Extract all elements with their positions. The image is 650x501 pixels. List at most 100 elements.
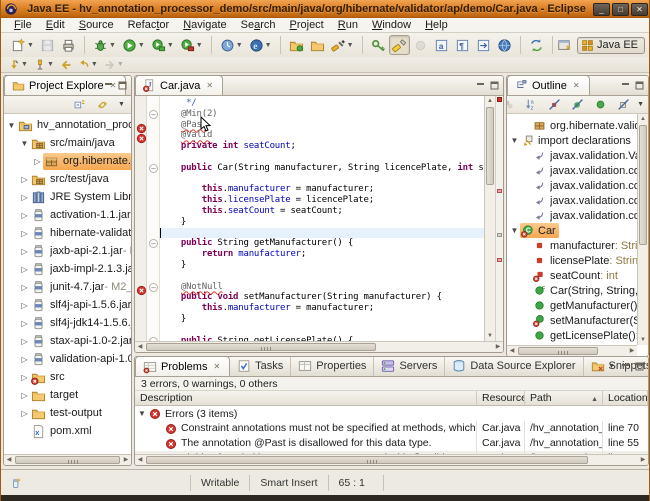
maximize-view-button[interactable] bbox=[634, 80, 645, 91]
tab-servers[interactable]: Servers bbox=[374, 356, 445, 376]
sort-az-button[interactable]: az bbox=[522, 97, 541, 113]
tree-item-licenseplate[interactable]: licensePlate : String bbox=[507, 253, 637, 268]
tree-collapsed-arrow-icon[interactable]: ▷ bbox=[19, 229, 30, 238]
error-marker-icon[interactable] bbox=[136, 283, 145, 292]
error-marker-icon[interactable] bbox=[136, 131, 145, 140]
menu-source[interactable]: Source bbox=[72, 18, 121, 33]
synchronize-button[interactable] bbox=[526, 35, 547, 55]
menu-help[interactable]: Help bbox=[418, 18, 455, 33]
view-menu-icon[interactable]: ▼ bbox=[606, 361, 617, 372]
hide-non-public-button[interactable] bbox=[591, 97, 610, 113]
open-type-button[interactable] bbox=[286, 35, 307, 55]
fold-collapse-icon[interactable]: – bbox=[149, 283, 158, 292]
close-window-button[interactable]: ✕ bbox=[631, 3, 648, 16]
tree-expanded-arrow-icon[interactable]: ▼ bbox=[6, 121, 17, 130]
menu-window[interactable]: Window bbox=[365, 18, 418, 33]
close-icon[interactable]: ✕ bbox=[204, 80, 215, 91]
tree-collapsed-arrow-icon[interactable]: ▷ bbox=[19, 373, 30, 382]
tab-tasks[interactable]: Tasks bbox=[230, 356, 291, 376]
menu-run[interactable]: Run bbox=[331, 18, 365, 33]
tree-item-hv-annotation-processo[interactable]: ▼hv_annotation_processo bbox=[4, 116, 131, 134]
hide-static-button[interactable] bbox=[568, 97, 587, 113]
tree-item-stax-api-1-0-2-jar[interactable]: ▷stax-api-1.0-2.jar - M2 bbox=[4, 332, 131, 350]
open-perspective-icon[interactable] bbox=[556, 38, 571, 53]
mark-occurrences-button[interactable] bbox=[389, 35, 410, 55]
menu-navigate[interactable]: Navigate bbox=[176, 18, 233, 33]
column-header-description[interactable]: Description bbox=[135, 391, 477, 405]
tab-outline[interactable]: Outline ✕ bbox=[507, 75, 590, 95]
tree-item-src[interactable]: ▷src bbox=[4, 368, 131, 386]
close-icon[interactable]: ✕ bbox=[211, 361, 222, 372]
tree-item-getlicenseplate-[interactable]: getLicensePlate() : Str bbox=[507, 328, 637, 343]
tree-collapsed-arrow-icon[interactable]: ▷ bbox=[19, 301, 30, 310]
minimize-view-button[interactable] bbox=[475, 80, 486, 91]
tab-data-source-explorer[interactable]: Data Source Explorer bbox=[445, 356, 583, 376]
tree-item-target[interactable]: ▷target bbox=[4, 386, 131, 404]
menu-search[interactable]: Search bbox=[234, 18, 283, 33]
minimize-view-button[interactable] bbox=[103, 80, 114, 91]
maximize-view-button[interactable] bbox=[634, 361, 645, 372]
debug-button[interactable]: ▼ bbox=[90, 35, 119, 55]
tree-collapsed-arrow-icon[interactable]: ▷ bbox=[19, 211, 30, 220]
link-with-editor-button[interactable] bbox=[93, 97, 112, 113]
tree-item-seatcount[interactable]: seatCount : int bbox=[507, 268, 637, 283]
tree-item-javax-validation-constr[interactable]: javax.validation.constr bbox=[507, 208, 637, 223]
tree-collapsed-arrow-icon[interactable]: ▷ bbox=[19, 319, 30, 328]
run-as-button[interactable]: ▼ bbox=[148, 35, 177, 55]
tree-item-test-output[interactable]: ▷test-output bbox=[4, 404, 131, 422]
view-menu-icon[interactable]: ▼ bbox=[637, 99, 644, 110]
tree-item-javax-validation-constr[interactable]: javax.validation.constr bbox=[507, 193, 637, 208]
tree-expanded-arrow-icon[interactable]: ▼ bbox=[509, 226, 520, 235]
maximize-view-button[interactable] bbox=[489, 80, 500, 91]
tree-expanded-arrow-icon[interactable]: ▼ bbox=[135, 409, 149, 418]
print-button[interactable] bbox=[58, 35, 79, 55]
search-torch-button[interactable]: ▼ bbox=[328, 35, 357, 55]
save-button[interactable] bbox=[37, 35, 58, 55]
focus-button[interactable] bbox=[506, 97, 518, 113]
globe-button[interactable] bbox=[494, 35, 515, 55]
tree-collapsed-arrow-icon[interactable]: ▷ bbox=[19, 193, 30, 202]
tree-collapsed-arrow-icon[interactable]: ▷ bbox=[19, 355, 30, 364]
tree-item-jre-system-library[interactable]: ▷JRE System Library [ja bbox=[4, 188, 131, 206]
minimize-view-button[interactable] bbox=[620, 361, 631, 372]
perspective-java-ee-button[interactable]: Java EE bbox=[577, 37, 645, 54]
minimize-view-button[interactable] bbox=[620, 80, 631, 91]
back-button[interactable] bbox=[57, 58, 75, 72]
editor-overview-ruler[interactable] bbox=[495, 96, 503, 341]
tree-collapsed-arrow-icon[interactable]: ▷ bbox=[19, 175, 30, 184]
tree-item-car-string-string-int-[interactable]: cCar(String, String, int) bbox=[507, 283, 637, 298]
tree-collapsed-arrow-icon[interactable]: ▷ bbox=[19, 265, 30, 274]
tree-collapsed-arrow-icon[interactable]: ▷ bbox=[19, 391, 30, 400]
tree-item-pom-xml[interactable]: xpom.xml bbox=[4, 422, 131, 440]
tree-item-car[interactable]: ▼CCar bbox=[507, 223, 637, 238]
tree-item-javax-validation-constr[interactable]: javax.validation.constr bbox=[507, 178, 637, 193]
tab-car-java[interactable]: J Car.java ✕ bbox=[135, 75, 223, 95]
toggle-a-button[interactable]: a bbox=[431, 35, 452, 55]
new-wizard-button[interactable]: ▼ bbox=[8, 35, 37, 55]
tree-collapsed-arrow-icon[interactable]: ▷ bbox=[32, 157, 43, 166]
new-web-service-button[interactable]: ▼ bbox=[217, 35, 246, 55]
tree-item-import-declarations[interactable]: ▼import declarations bbox=[507, 133, 637, 148]
maximize-window-button[interactable]: □ bbox=[612, 3, 629, 16]
tree-collapsed-arrow-icon[interactable]: ▷ bbox=[19, 283, 30, 292]
tree-item-src-test-java[interactable]: ▷src/test/java bbox=[4, 170, 131, 188]
maximize-view-button[interactable] bbox=[117, 80, 128, 91]
menu-project[interactable]: Project bbox=[283, 18, 331, 33]
tree-item-src-main-java[interactable]: ▼src/main/java bbox=[4, 134, 131, 152]
fold-collapse-icon[interactable]: – bbox=[149, 110, 158, 119]
tree-item-getmanufacturer-[interactable]: getManufacturer() : St bbox=[507, 298, 637, 313]
outline-vscrollbar[interactable]: ▲▼ bbox=[637, 114, 648, 345]
tree-item-org-hibernate-validator-a[interactable]: org.hibernate.validator.a bbox=[507, 118, 637, 133]
tree-collapsed-arrow-icon[interactable]: ▷ bbox=[19, 247, 30, 256]
tree-item-activation-1-1-jar[interactable]: ▷activation-1.1.jar - M2 bbox=[4, 206, 131, 224]
menu-refactor[interactable]: Refactor bbox=[121, 18, 177, 33]
tip-pen-icon[interactable] bbox=[9, 475, 24, 490]
tree-item-manufacturer[interactable]: manufacturer : String bbox=[507, 238, 637, 253]
tab-properties[interactable]: Properties bbox=[291, 356, 374, 376]
tree-collapsed-arrow-icon[interactable]: ▷ bbox=[19, 337, 30, 346]
column-header-resource[interactable]: Resource bbox=[477, 391, 525, 405]
menu-edit[interactable]: Edit bbox=[39, 18, 72, 33]
toggle-tab-button[interactable] bbox=[473, 35, 494, 55]
editor-fold-gutter[interactable]: ––––– bbox=[147, 96, 160, 341]
open-resource-button[interactable] bbox=[307, 35, 328, 55]
